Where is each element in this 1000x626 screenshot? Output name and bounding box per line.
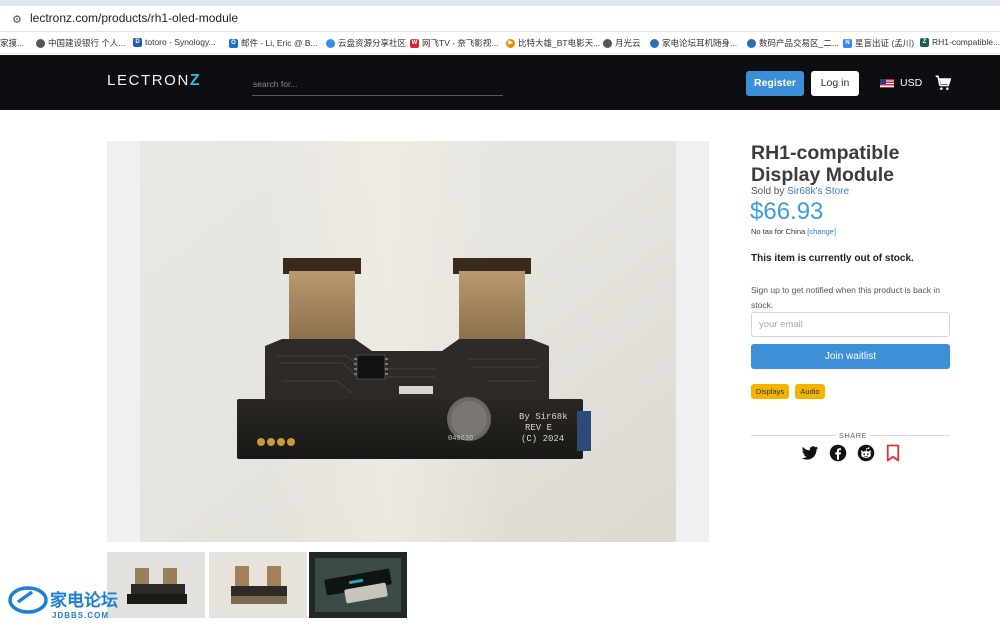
bookmark-item[interactable]: 中国建设银行 个人...: [36, 37, 125, 49]
email-field[interactable]: [752, 313, 949, 336]
bookmark-item[interactable]: 数码产品交易区_二...: [747, 37, 839, 49]
bookmark-label: RH1-compatible...: [932, 37, 1000, 47]
twitter-icon[interactable]: [801, 444, 819, 462]
seller-link[interactable]: Sir68k's Store: [787, 186, 849, 197]
bookmark-label: 家电论坛耳机随身...: [662, 38, 738, 48]
notify-text: Sign up to get notified when this produc…: [751, 285, 941, 310]
url-text[interactable]: lectronz.com/products/rh1-oled-module: [30, 11, 238, 25]
netflix-icon: W: [410, 38, 419, 48]
tag-displays[interactable]: Displays: [751, 384, 789, 399]
tax-note-text: No tax for China: [751, 227, 808, 236]
product-main-image[interactable]: By Sir68k REV E (C) 2024 048630: [107, 141, 709, 542]
facebook-icon[interactable]: [829, 444, 847, 462]
bookmark-item[interactable]: W 网飞TV - 奈飞影视...: [410, 37, 499, 49]
tab-strip: [0, 0, 1000, 6]
product-thumbnail-3[interactable]: [309, 552, 407, 618]
bookmark-icon[interactable]: [884, 444, 902, 462]
board-code: 048630: [448, 435, 473, 443]
tax-change-link[interactable]: [change]: [807, 227, 836, 236]
cart-icon[interactable]: [935, 75, 951, 91]
forum-watermark: 家电论坛 JDBBS.COM: [8, 586, 118, 620]
bookmark-item[interactable]: 月光云: [603, 37, 641, 49]
product-price: $66.93: [750, 198, 824, 225]
currency-selector[interactable]: USD: [880, 77, 922, 89]
n-icon: N: [843, 38, 852, 48]
search-box: [252, 74, 503, 96]
sold-by: Sold by Sir68k's Store: [751, 186, 849, 197]
board-silkscreen-line: (C) 2024: [521, 434, 564, 444]
bookmark-label: 邮件 - Li, Eric @ B...: [241, 38, 318, 48]
logo-text: LECTRON: [107, 72, 190, 89]
site-logo[interactable]: LECTRONZ: [107, 72, 201, 90]
thumbnail-image: [209, 552, 307, 618]
thumbnail-image: [309, 552, 407, 618]
bookmark-item[interactable]: 云盘资源分享社区: [326, 37, 406, 49]
bookmark-label: 数码产品交易区_二...: [759, 38, 839, 48]
play-icon: ▶: [506, 38, 515, 48]
bookmark-label: totoro - Synology...: [145, 37, 216, 47]
bookmark-item[interactable]: Z RH1-compatible...: [920, 37, 1000, 47]
browser-url-bar[interactable]: ⚙ lectronz.com/products/rh1-oled-module: [0, 0, 1000, 32]
product-thumbnail-2[interactable]: [209, 552, 307, 618]
bookmark-label: 中国建设银行 个人...: [48, 38, 126, 48]
bookmark-item[interactable]: ▶ 比特大雄_BT电影天...: [506, 37, 600, 49]
synology-icon: D: [133, 37, 142, 47]
watermark-cn: 家电论坛: [50, 590, 118, 611]
tax-note: No tax for China [change]: [751, 227, 836, 236]
stock-status: This item is currently out of stock.: [751, 253, 914, 264]
bookmark-label: 网飞TV - 奈飞影视...: [422, 38, 499, 48]
bookmark-label: 家摸...: [0, 38, 25, 48]
bookmark-label: 云盘资源分享社区: [338, 38, 407, 48]
bookmark-item[interactable]: Dtotoro - Synology...: [133, 37, 216, 47]
bookmark-label: 月光云: [615, 38, 641, 48]
search-input[interactable]: [252, 74, 503, 94]
bookmark-label: 星盲出证 (孟川): [855, 38, 915, 48]
us-flag-icon: [880, 78, 894, 88]
board-silkscreen-line: By Sir68k: [519, 412, 568, 422]
product-photo: By Sir68k REV E (C) 2024 048630: [140, 141, 676, 542]
lectronz-icon: Z: [920, 37, 929, 47]
bookmark-label: 比特大雄_BT电影天...: [518, 38, 601, 48]
site-info-icon[interactable]: ⚙: [12, 13, 22, 26]
bookmark-item[interactable]: O 邮件 - Li, Eric @ B...: [229, 37, 318, 49]
bookmark-item[interactable]: 家摸...: [0, 37, 24, 49]
product-title: RH1-compatible Display Module: [751, 142, 900, 186]
ear-icon: [650, 38, 659, 48]
outlook-icon: O: [229, 38, 238, 48]
tag-audio[interactable]: Audio: [795, 384, 825, 399]
globe-icon: [36, 38, 45, 48]
share-label: SHARE: [836, 431, 870, 440]
watermark-en: JDBBS.COM: [52, 611, 109, 620]
ear-icon: [747, 38, 756, 48]
globe-icon: [603, 38, 612, 48]
bookmark-item[interactable]: N 星盲出证 (孟川): [843, 37, 914, 49]
register-button[interactable]: Register: [746, 71, 804, 96]
email-field-wrapper: [751, 312, 950, 337]
board-silkscreen-line: REV E: [525, 423, 552, 433]
bookmark-item[interactable]: 家电论坛耳机随身...: [650, 37, 737, 49]
reddit-icon[interactable]: [857, 444, 875, 462]
bookmarks-bar: 家摸... 中国建设银行 个人... Dtotoro - Synology...…: [0, 32, 1000, 54]
currency-label: USD: [900, 77, 923, 89]
logo-accent: Z: [189, 72, 202, 89]
login-button[interactable]: Log in: [811, 71, 859, 96]
cloud-icon: [326, 38, 335, 48]
join-waitlist-button[interactable]: Join waitlist: [751, 344, 950, 369]
sold-by-label: Sold by: [751, 186, 788, 197]
